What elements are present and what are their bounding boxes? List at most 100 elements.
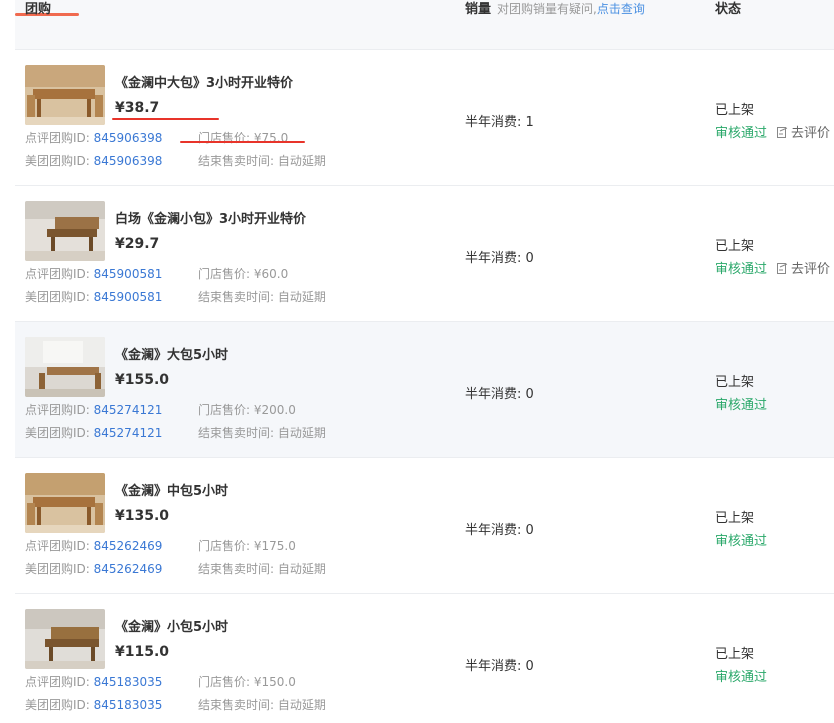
review-action[interactable]: 去评价 xyxy=(777,262,830,277)
end-time: 结束售卖时间: 自动延期 xyxy=(198,696,326,713)
store-price-value: ¥60.0 xyxy=(253,267,289,281)
dianping-id-value[interactable]: 845906398 xyxy=(94,131,163,145)
deal-row: 《金澜》小包5小时 ¥115.0 点评团购ID: 845183035 美团团购I… xyxy=(15,594,834,723)
deal-row: 《金澜》中包5小时 ¥135.0 点评团购ID: 845262469 美团团购I… xyxy=(15,458,834,594)
sales-hint-text: 对团购销量有疑问, xyxy=(497,2,597,16)
half-year-value: 0 xyxy=(525,659,534,674)
deal-list-panel: 团购 销量 对团购销量有疑问,点击查询 状态 《金澜中大包》3小时开业特价 ¥38… xyxy=(15,0,834,723)
dianping-id-value[interactable]: 845262469 xyxy=(94,539,163,553)
meituan-id-label: 美团团购ID: xyxy=(25,154,94,168)
deal-price: ¥38.7 xyxy=(115,100,160,116)
dianping-id: 点评团购ID: 845906398 xyxy=(25,129,162,146)
header-sales: 销量 对团购销量有疑问,点击查询 xyxy=(465,0,645,17)
half-year-value: 0 xyxy=(525,523,534,538)
meituan-id-value[interactable]: 845906398 xyxy=(94,154,163,168)
review-action[interactable]: 去评价 xyxy=(777,126,830,141)
end-time: 结束售卖时间: 自动延期 xyxy=(198,152,326,169)
meituan-id-label: 美团团购ID: xyxy=(25,698,94,712)
dianping-id-value[interactable]: 845183035 xyxy=(94,675,163,689)
dianping-id-label: 点评团购ID: xyxy=(25,675,94,689)
dianping-id-label: 点评团购ID: xyxy=(25,539,94,553)
end-time-label: 结束售卖时间: xyxy=(198,154,278,168)
half-year-value: 0 xyxy=(525,251,534,266)
deal-thumbnail[interactable] xyxy=(25,65,105,125)
end-time-label: 结束售卖时间: xyxy=(198,562,278,576)
review-status-line: 审核通过 xyxy=(715,666,767,685)
meituan-id-value[interactable]: 845183035 xyxy=(94,698,163,712)
end-time-value: 自动延期 xyxy=(277,154,326,168)
deal-row: 《金澜》大包5小时 ¥155.0 点评团购ID: 845274121 美团团购I… xyxy=(15,322,834,458)
dianping-id: 点评团购ID: 845274121 xyxy=(25,401,162,418)
dianping-id-label: 点评团购ID: xyxy=(25,403,94,417)
half-year-label: 半年消费: xyxy=(465,251,526,266)
listing-status: 已上架 xyxy=(715,511,755,526)
half-year-label: 半年消费: xyxy=(465,659,526,674)
header-deal: 团购 xyxy=(25,2,52,17)
deal-row: 《金澜中大包》3小时开业特价 ¥38.7 点评团购ID: 845906398 美… xyxy=(15,50,834,186)
review-status-line: 审核通过 去评价 xyxy=(715,258,830,277)
deal-thumbnail[interactable] xyxy=(25,473,105,533)
meituan-id: 美团团购ID: 845183035 xyxy=(25,696,162,713)
half-year-label: 半年消费: xyxy=(465,523,526,538)
end-time-label: 结束售卖时间: xyxy=(198,290,278,304)
header-status: 状态 xyxy=(715,2,742,17)
dianping-id-value[interactable]: 845274121 xyxy=(94,403,163,417)
sales-query-link[interactable]: 点击查询 xyxy=(597,2,645,16)
store-price-annotation-underline xyxy=(180,141,305,143)
deal-price: ¥115.0 xyxy=(115,644,170,660)
deal-title[interactable]: 《金澜》小包5小时 xyxy=(115,616,228,635)
meituan-id-value[interactable]: 845274121 xyxy=(94,426,163,440)
deal-price: ¥135.0 xyxy=(115,508,170,524)
dianping-id: 点评团购ID: 845183035 xyxy=(25,673,162,690)
review-status: 审核通过 xyxy=(715,262,768,277)
review-status-line: 审核通过 xyxy=(715,530,767,549)
review-status: 审核通过 xyxy=(715,534,768,549)
half-year-sales: 半年消费: 1 xyxy=(465,111,534,130)
review-action-label: 去评价 xyxy=(791,262,831,277)
deal-thumbnail[interactable] xyxy=(25,201,105,261)
sales-hint: 对团购销量有疑问,点击查询 xyxy=(497,2,645,16)
half-year-sales: 半年消费: 0 xyxy=(465,383,534,402)
review-action-label: 去评价 xyxy=(791,126,831,141)
half-year-value: 1 xyxy=(525,115,534,130)
end-time-value: 自动延期 xyxy=(277,290,326,304)
deal-thumbnail[interactable] xyxy=(25,337,105,397)
end-time: 结束售卖时间: 自动延期 xyxy=(198,424,326,441)
end-time: 结束售卖时间: 自动延期 xyxy=(198,288,326,305)
store-price-value: ¥150.0 xyxy=(253,675,296,689)
deal-row: 白场《金澜小包》3小时开业特价 ¥29.7 点评团购ID: 845900581 … xyxy=(15,186,834,322)
half-year-sales: 半年消费: 0 xyxy=(465,655,534,674)
listing-status: 已上架 xyxy=(715,647,755,662)
half-year-sales: 半年消费: 0 xyxy=(465,247,534,266)
listing-status: 已上架 xyxy=(715,239,755,254)
meituan-id-value[interactable]: 845900581 xyxy=(94,290,163,304)
dianping-id-value[interactable]: 845900581 xyxy=(94,267,163,281)
store-price: 门店售价: ¥150.0 xyxy=(198,673,296,690)
meituan-id-label: 美团团购ID: xyxy=(25,290,94,304)
half-year-sales: 半年消费: 0 xyxy=(465,519,534,538)
review-status: 审核通过 xyxy=(715,398,768,413)
deal-title[interactable]: 《金澜》中包5小时 xyxy=(115,480,228,499)
price-annotation-underline xyxy=(112,118,219,120)
store-price: 门店售价: ¥200.0 xyxy=(198,401,296,418)
deal-thumbnail[interactable] xyxy=(25,609,105,669)
meituan-id: 美团团购ID: 845274121 xyxy=(25,424,162,441)
store-price-label: 门店售价: xyxy=(198,539,254,553)
listing-status: 已上架 xyxy=(715,103,755,118)
dianping-id-label: 点评团购ID: xyxy=(25,131,94,145)
review-status: 审核通过 xyxy=(715,126,768,141)
dianping-id-label: 点评团购ID: xyxy=(25,267,94,281)
meituan-id-label: 美团团购ID: xyxy=(25,426,94,440)
edit-icon xyxy=(777,127,788,138)
deal-title[interactable]: 《金澜》大包5小时 xyxy=(115,344,228,363)
store-price-label: 门店售价: xyxy=(198,675,254,689)
end-time-label: 结束售卖时间: xyxy=(198,426,278,440)
meituan-id-value[interactable]: 845262469 xyxy=(94,562,163,576)
deal-title[interactable]: 《金澜中大包》3小时开业特价 xyxy=(115,72,293,91)
deal-title[interactable]: 白场《金澜小包》3小时开业特价 xyxy=(115,208,306,227)
review-status-line: 审核通过 xyxy=(715,394,767,413)
review-status-line: 审核通过 去评价 xyxy=(715,122,830,141)
header-sales-label: 销量 xyxy=(465,2,492,17)
meituan-id: 美团团购ID: 845906398 xyxy=(25,152,162,169)
end-time-value: 自动延期 xyxy=(277,698,326,712)
